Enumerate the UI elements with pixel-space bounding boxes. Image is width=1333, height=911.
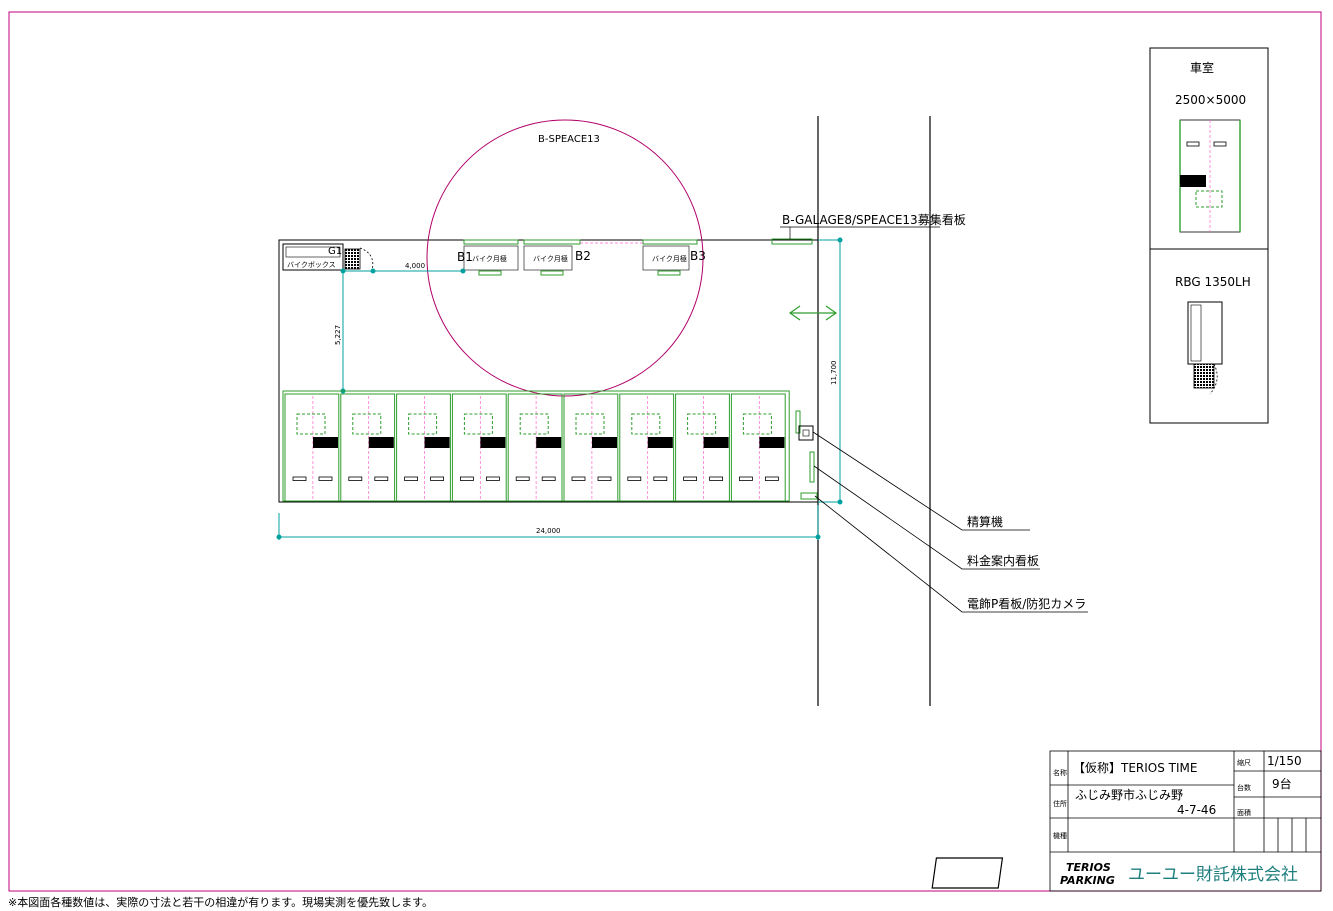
- svg-text:B2: B2: [575, 249, 591, 263]
- title-scale-label: 縮尺: [1237, 758, 1251, 767]
- title-count-label: 台数: [1237, 783, 1251, 792]
- legend-car-size: 2500×5000: [1175, 93, 1246, 107]
- car-stall: [619, 393, 675, 502]
- car-stall: [451, 393, 507, 502]
- legend-bike-box: [1187, 301, 1223, 395]
- dimension-24000-label: 24,000: [536, 527, 561, 535]
- company-name: ユーユー財託株式会社: [1128, 865, 1298, 885]
- bike-box-label: バイクボックス: [287, 261, 336, 269]
- car-stalls: [282, 390, 790, 502]
- legend-car-title: 車室: [1190, 60, 1214, 75]
- entrance-arrow: [788, 305, 838, 321]
- bike-stall-b1: B1 バイク月極: [457, 239, 519, 276]
- car-stall: [507, 393, 563, 502]
- svg-text:B3: B3: [690, 249, 706, 263]
- bike-stall-b3: B3 バイク月極: [642, 239, 706, 276]
- dimension-4000-label: 4,000: [405, 262, 425, 270]
- dimension-11700-label: 11,700: [830, 361, 838, 386]
- svg-text:PARKING: PARKING: [1060, 874, 1115, 887]
- light-sign-leader: [814, 495, 1088, 613]
- bike-box-grid: [344, 248, 361, 270]
- title-address-label: 住所: [1053, 799, 1067, 808]
- dimension-4000: [340, 268, 466, 274]
- light-sign: [800, 492, 818, 500]
- bike-space-label: B-SPEACE13: [538, 134, 600, 145]
- svg-text:TERIOS: TERIOS: [1066, 861, 1111, 874]
- title-name-label: 名称: [1053, 768, 1067, 777]
- bike-box-door: [359, 247, 374, 271]
- pay-machine-label: 精算機: [967, 514, 1003, 529]
- title-address-number: 4-7-46: [1177, 803, 1216, 817]
- pay-machine: [798, 425, 814, 441]
- fee-sign: [809, 451, 815, 483]
- svg-text:バイク月極: バイク月極: [472, 254, 507, 263]
- dimension-5227-label: 5,227: [334, 325, 342, 345]
- recruitment-sign-label: B-GALAGE8/SPEACE13募集看板: [782, 212, 966, 227]
- title-scale-value: 1/150: [1267, 754, 1302, 768]
- svg-text:バイク月極: バイク月極: [533, 254, 568, 263]
- title-area-label: 面積: [1237, 808, 1251, 817]
- drawing-frame: [8, 11, 1322, 892]
- title-count-value: 9台: [1272, 776, 1292, 791]
- site-plan-drawing: B-SPEACE13 バイクボックス G1 B1 バイク月極 B2 バイク月極 …: [8, 11, 1322, 892]
- pay-machine-inner: [802, 429, 810, 437]
- bike-stall-b2: B2 バイク月極: [523, 239, 591, 276]
- fee-sign-label: 料金案内看板: [967, 553, 1039, 568]
- car-stall: [284, 393, 340, 502]
- car-stall: [340, 393, 396, 502]
- car-stall: [730, 393, 786, 502]
- parking-lot-outline: [278, 239, 819, 503]
- light-sign-label: 電飾P看板/防犯カメラ: [967, 596, 1086, 611]
- legend-bike-title: RBG 1350LH: [1175, 275, 1251, 289]
- title-name-value: 【仮称】TERIOS TIME: [1073, 761, 1197, 775]
- g1-label: G1: [328, 246, 342, 257]
- disclaimer-note: ※本図面各種数値は、実際の寸法と若干の相違が有ります。現場実測を優先致します。: [8, 896, 434, 909]
- legend-car-stall: [1179, 119, 1241, 233]
- title-address-value: ふじみ野市ふじみ野: [1075, 787, 1183, 802]
- terios-parking-logo: TERIOS PARKING: [931, 857, 1115, 889]
- svg-text:B1: B1: [457, 250, 473, 264]
- car-stall: [396, 393, 451, 502]
- svg-text:バイク月極: バイク月極: [652, 254, 687, 263]
- title-model-label: 機種: [1053, 831, 1067, 840]
- car-stall: [563, 393, 619, 502]
- car-stall: [675, 393, 730, 502]
